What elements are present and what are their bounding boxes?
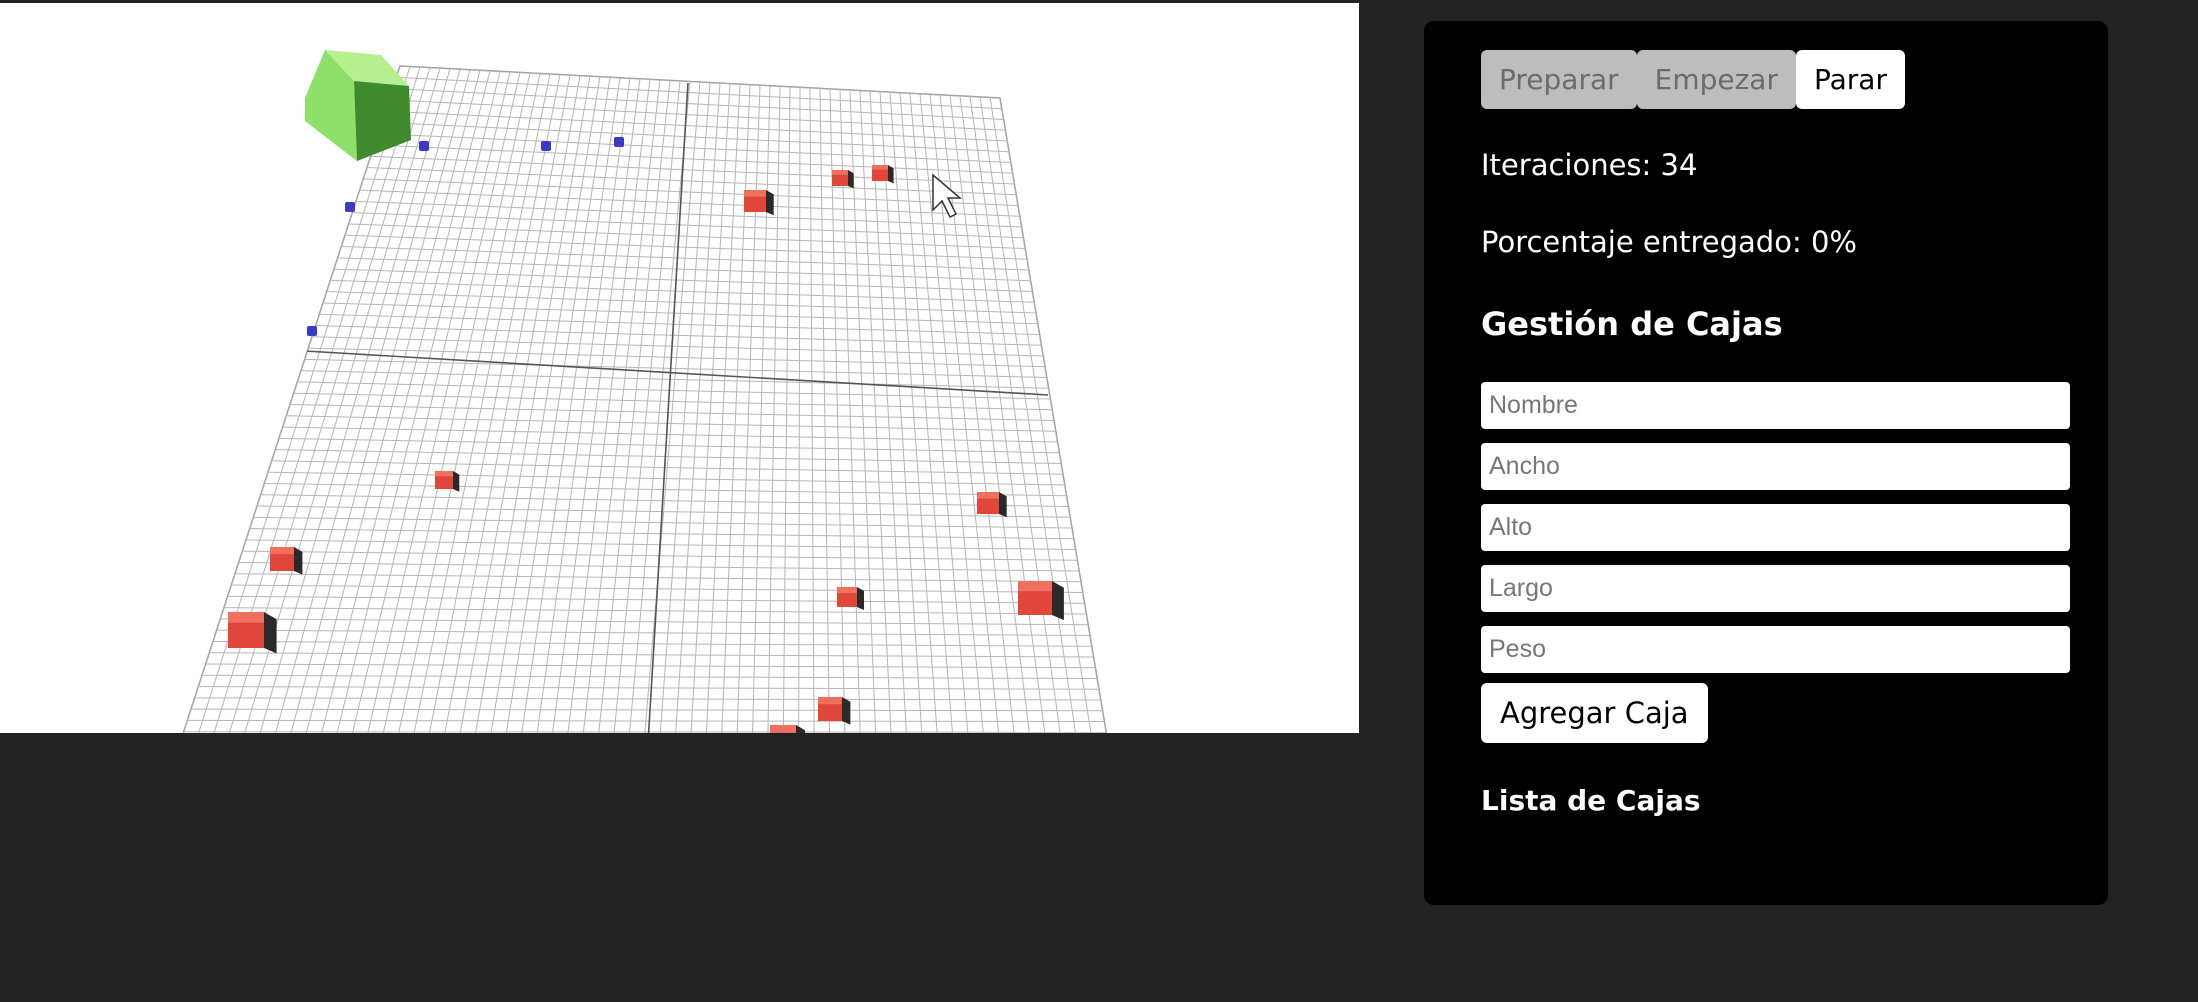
iterations-counter: Iteraciones: 34	[1481, 148, 1698, 182]
robot-agent	[541, 141, 551, 151]
red-box	[977, 492, 1007, 518]
red-box	[818, 697, 851, 725]
add-box-button[interactable]: Agregar Caja	[1481, 683, 1708, 743]
red-box	[744, 190, 774, 216]
start-button[interactable]: Empezar	[1636, 50, 1796, 109]
robot-agent	[307, 326, 317, 336]
red-box	[228, 612, 277, 654]
height-input[interactable]	[1481, 504, 2070, 551]
simulation-controls: Preparar Empezar Parar	[1481, 50, 2070, 109]
name-input[interactable]	[1481, 382, 2070, 429]
robot-agent	[614, 137, 624, 147]
box-list-title: Lista de Cajas	[1481, 784, 1701, 817]
delivery-zone-cube	[305, 50, 411, 161]
weight-input[interactable]	[1481, 626, 2070, 673]
scene-canvas[interactable]	[0, 3, 1359, 733]
red-box	[832, 170, 854, 189]
simulation-viewport[interactable]	[0, 3, 1359, 733]
red-box	[435, 471, 460, 492]
warehouse-floor-grid	[180, 65, 1108, 733]
red-box	[837, 587, 864, 610]
box-management-title: Gestión de Cajas	[1481, 305, 1783, 343]
red-box	[872, 165, 894, 184]
add-box-form: Agregar Caja	[1481, 382, 2070, 743]
control-panel: Preparar Empezar Parar Iteraciones: 34 P…	[1424, 21, 2108, 905]
width-input[interactable]	[1481, 443, 2070, 490]
robot-agent	[345, 202, 355, 212]
length-input[interactable]	[1481, 565, 2070, 612]
stop-button[interactable]: Parar	[1795, 50, 1905, 109]
red-box	[1018, 581, 1064, 621]
robot-agent	[419, 141, 429, 151]
prepare-button[interactable]: Preparar	[1481, 50, 1637, 109]
delivered-percentage: Porcentaje entregado: 0%	[1481, 225, 1857, 259]
red-box	[270, 547, 303, 575]
